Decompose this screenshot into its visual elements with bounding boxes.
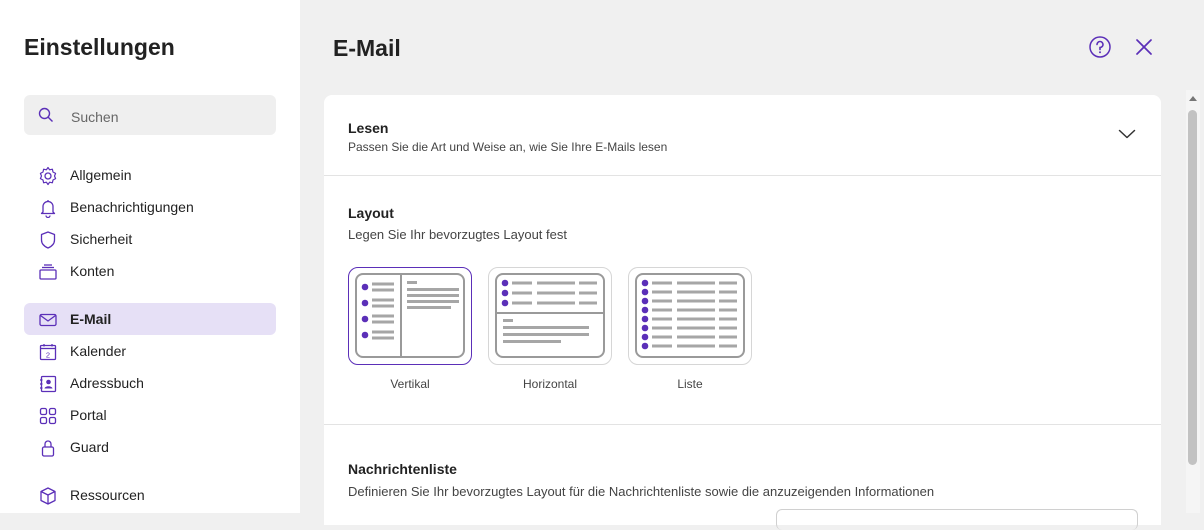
layout-vertical-icon	[355, 273, 465, 358]
scrollbar-thumb[interactable]	[1188, 110, 1197, 465]
layout-horizontal-icon	[495, 273, 605, 358]
search-input[interactable]: Suchen	[24, 95, 276, 135]
sidebar-item-allgemein[interactable]: Allgemein	[24, 159, 276, 191]
search-icon	[38, 107, 53, 122]
layout-title: Layout	[348, 205, 394, 221]
sidebar-item-benachrichtigungen[interactable]: Benachrichtigungen	[24, 191, 276, 223]
layout-option-label: Vertikal	[390, 377, 430, 391]
nachrichtenliste-description: Definieren Sie Ihr bevorzugtes Layout fü…	[348, 484, 935, 499]
gear-icon	[39, 166, 57, 186]
divider	[324, 424, 1161, 425]
sidebar-item-label: Kalender	[70, 343, 127, 359]
layout-option-vertikal[interactable]	[348, 267, 472, 365]
layout-list-icon	[635, 273, 745, 358]
lesen-description: Passen Sie die Art und Weise an, wie Sie…	[348, 140, 668, 154]
sidebar-item-ressourcen[interactable]: Ressourcen	[24, 479, 276, 511]
bell-icon	[40, 200, 56, 218]
page-title: E-Mail	[333, 35, 401, 61]
shield-icon	[40, 231, 56, 249]
search-placeholder: Suchen	[71, 109, 119, 125]
sidebar-item-label: Adressbuch	[70, 375, 144, 391]
scroll-up-arrow[interactable]	[1189, 96, 1197, 101]
cube-icon	[40, 487, 56, 505]
settings-sidebar: Einstellungen Suchen Allgemein Benachric…	[0, 0, 300, 513]
sidebar-item-sicherheit[interactable]: Sicherheit	[24, 223, 276, 255]
nachrichtenliste-select[interactable]	[776, 509, 1138, 530]
calendar-icon: 2	[39, 344, 57, 361]
settings-main: E-Mail Lesen Passen Sie die Art und Weis…	[300, 0, 1204, 530]
layout-option-horizontal[interactable]	[488, 267, 612, 365]
lesen-title: Lesen	[348, 120, 389, 136]
close-icon[interactable]	[1132, 35, 1156, 59]
sidebar-item-portal[interactable]: Portal	[24, 399, 276, 431]
sidebar-item-label: Benachrichtigungen	[70, 199, 194, 215]
scrollbar[interactable]	[1186, 90, 1200, 513]
layout-option-label: Horizontal	[522, 377, 578, 391]
sidebar-item-label: Guard	[70, 439, 109, 455]
sidebar-item-guard[interactable]: Guard	[24, 431, 276, 463]
layout-option-label: Liste	[677, 377, 703, 391]
sidebar-item-label: Portal	[70, 407, 107, 423]
help-icon[interactable]	[1088, 35, 1112, 59]
lesen-section-header[interactable]: Lesen Passen Sie die Art und Weise an, w…	[324, 95, 1161, 175]
divider	[324, 175, 1161, 176]
nachrichtenliste-title: Nachrichtenliste	[348, 461, 457, 477]
sidebar-item-email[interactable]: E-Mail	[24, 303, 276, 335]
sidebar-item-adressbuch[interactable]: Adressbuch	[24, 367, 276, 399]
accounts-icon	[39, 264, 57, 280]
calendar-icon-day: 2	[46, 351, 50, 360]
sidebar-item-label: Konten	[70, 263, 115, 279]
sidebar-item-label: Ressourcen	[70, 487, 145, 503]
address-book-icon	[40, 375, 57, 393]
layout-option-liste[interactable]	[628, 267, 752, 365]
lock-icon	[41, 440, 55, 457]
sidebar-item-label: E-Mail	[70, 311, 112, 327]
sidebar-item-konten[interactable]: Konten	[24, 255, 276, 287]
chevron-down-icon[interactable]	[1118, 128, 1136, 140]
layout-description: Legen Sie Ihr bevorzugtes Layout fest	[348, 227, 567, 242]
grid-icon	[39, 407, 57, 425]
sidebar-title: Einstellungen	[24, 34, 175, 60]
sidebar-item-label: Sicherheit	[70, 231, 133, 247]
mail-icon	[39, 313, 57, 327]
settings-card: Lesen Passen Sie die Art und Weise an, w…	[324, 95, 1161, 530]
sidebar-item-kalender[interactable]: 2 Kalender	[24, 335, 276, 367]
sidebar-item-label: Allgemein	[70, 167, 132, 183]
